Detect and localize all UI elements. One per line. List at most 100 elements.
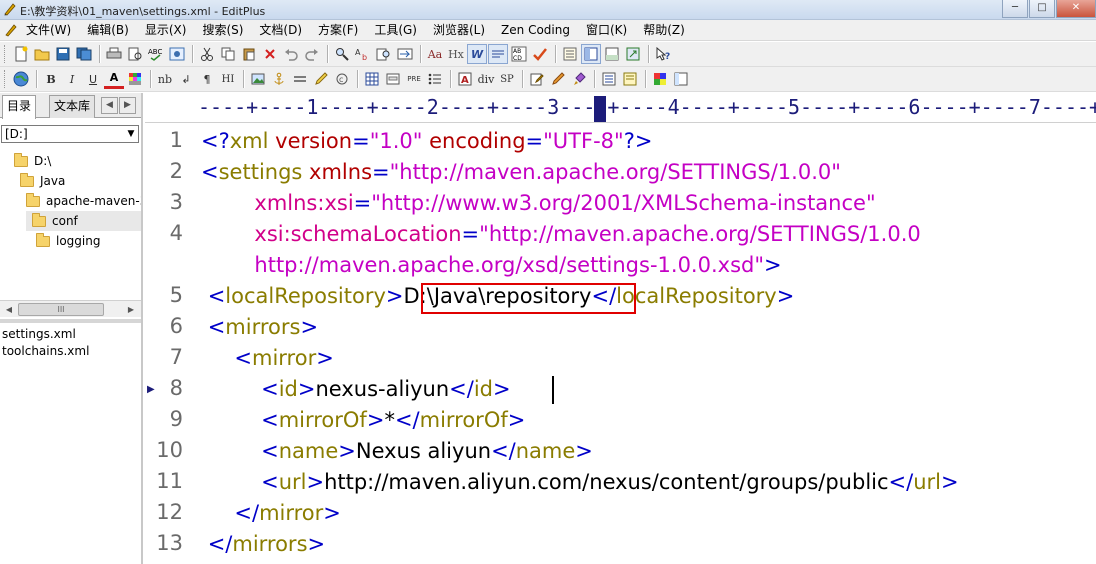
- code-line[interactable]: <settings xmlns="http://maven.apache.org…: [201, 157, 841, 188]
- list-icon[interactable]: [425, 69, 445, 89]
- window-list-icon[interactable]: [599, 69, 619, 89]
- code-line[interactable]: <?xml version="1.0" encoding="UTF-8"?>: [201, 126, 652, 157]
- menu-project[interactable]: 方案(F): [310, 20, 366, 40]
- menu-file[interactable]: 文件(W): [20, 20, 79, 40]
- code-line[interactable]: <mirrorOf>*</mirrorOf>: [201, 405, 525, 436]
- form-icon[interactable]: [383, 69, 403, 89]
- bold-button[interactable]: B: [41, 69, 61, 89]
- context-help-icon[interactable]: ?: [653, 44, 673, 64]
- menu-zen-coding[interactable]: Zen Coding: [493, 20, 578, 40]
- abcd-icon[interactable]: AB CD: [509, 44, 529, 64]
- horizontal-rule-icon[interactable]: [290, 69, 310, 89]
- code-line[interactable]: </mirrors>: [201, 529, 325, 560]
- undo-icon[interactable]: [281, 44, 301, 64]
- replace-icon[interactable]: Ab: [353, 44, 373, 64]
- delete-icon[interactable]: [260, 44, 280, 64]
- menu-edit[interactable]: 编辑(B): [79, 20, 137, 40]
- file-list-item[interactable]: toolchains.xml: [2, 343, 89, 360]
- find-in-files-icon[interactable]: [374, 44, 394, 64]
- sidebar-splitter[interactable]: [0, 319, 141, 323]
- tree-node[interactable]: logging: [36, 231, 100, 251]
- scroll-left-icon[interactable]: ◀: [2, 303, 16, 316]
- word-wrap-icon[interactable]: W: [467, 44, 487, 64]
- div-button[interactable]: div: [476, 69, 496, 89]
- code-line[interactable]: <url>http://maven.aliyun.com/nexus/conte…: [201, 467, 959, 498]
- font-hx-icon[interactable]: Hx: [446, 44, 466, 64]
- font-aa-icon[interactable]: Aa: [425, 44, 445, 64]
- chevron-down-icon[interactable]: ▼: [124, 126, 138, 142]
- new-file-icon[interactable]: [11, 44, 31, 64]
- goto-line-icon[interactable]: [395, 44, 415, 64]
- save-icon[interactable]: [53, 44, 73, 64]
- font-color-button[interactable]: A: [104, 69, 124, 89]
- tree-node[interactable]: Java: [20, 171, 65, 191]
- scrollbar-thumb[interactable]: III: [18, 303, 104, 316]
- document-list-icon[interactable]: [560, 44, 580, 64]
- scroll-right-icon[interactable]: ▶: [124, 303, 138, 316]
- tree-node[interactable]: apache-maven-3: [26, 191, 141, 211]
- find-icon[interactable]: [332, 44, 352, 64]
- menu-search[interactable]: 搜索(S): [194, 20, 251, 40]
- save-all-icon[interactable]: [74, 44, 94, 64]
- toolbar-grip[interactable]: [4, 45, 7, 63]
- redo-icon[interactable]: [302, 44, 322, 64]
- heading-button[interactable]: HI: [218, 69, 238, 89]
- tree-horizontal-scrollbar[interactable]: ◀ III ▶: [0, 300, 141, 317]
- clip-library-icon[interactable]: [620, 69, 640, 89]
- menu-browser[interactable]: 浏览器(L): [425, 20, 493, 40]
- paste-icon[interactable]: [239, 44, 259, 64]
- comment-icon[interactable]: c: [332, 69, 352, 89]
- browser-preview-icon[interactable]: [167, 44, 187, 64]
- paragraph-button[interactable]: ¶: [197, 69, 217, 89]
- print-preview-icon[interactable]: [125, 44, 145, 64]
- code-editor[interactable]: 1 2 3 4 5 6 7 8 9 10 11 12 13 ▶ <?xml version="1.0" …: [145, 124, 1096, 564]
- tree-node-selected[interactable]: conf: [26, 211, 141, 231]
- copy-icon[interactable]: [218, 44, 238, 64]
- maximize-button[interactable]: □: [1029, 0, 1055, 18]
- minimize-button[interactable]: ─: [1002, 0, 1028, 18]
- italic-button[interactable]: I: [62, 69, 82, 89]
- close-button[interactable]: ✕: [1056, 0, 1096, 18]
- ruler-toggle-icon[interactable]: [488, 44, 508, 64]
- code-line[interactable]: <name>Nexus aliyun</name>: [201, 436, 593, 467]
- directory-window-icon[interactable]: [581, 44, 601, 64]
- tab-scroll-left-icon[interactable]: ◀: [101, 97, 118, 114]
- tab-cliptext[interactable]: 文本库: [49, 95, 96, 118]
- pre-button[interactable]: PRE: [404, 69, 424, 89]
- tree-node[interactable]: D:\: [14, 151, 51, 171]
- menu-window[interactable]: 窗口(K): [578, 20, 635, 40]
- code-line[interactable]: <id>nexus-aliyun</id>: [201, 374, 511, 405]
- code-line[interactable]: </mirror>: [201, 498, 341, 529]
- font-tag-icon[interactable]: A: [455, 69, 475, 89]
- drive-select[interactable]: [D:] ▼: [1, 125, 139, 143]
- output-window-icon[interactable]: [602, 44, 622, 64]
- tab-scroll-right-icon[interactable]: ▶: [119, 97, 136, 114]
- spell-check-icon[interactable]: ABC: [146, 44, 166, 64]
- menu-tools[interactable]: 工具(G): [366, 20, 425, 40]
- menu-document[interactable]: 文档(D): [251, 20, 310, 40]
- brush-icon[interactable]: [569, 69, 589, 89]
- tools-icon[interactable]: [650, 69, 670, 89]
- code-line[interactable]: http://maven.apache.org/xsd/settings-1.0…: [201, 250, 781, 281]
- span-button[interactable]: SP: [497, 69, 517, 89]
- code-line[interactable]: xmlns:xsi="http://www.w3.org/2001/XMLSch…: [201, 188, 875, 219]
- menu-view[interactable]: 显示(X): [137, 20, 195, 40]
- file-list-item[interactable]: settings.xml: [2, 326, 89, 343]
- code-line[interactable]: <mirror>: [201, 343, 333, 374]
- underline-button[interactable]: U: [83, 69, 103, 89]
- checkmark-icon[interactable]: [530, 44, 550, 64]
- nbsp-button[interactable]: nb: [155, 69, 175, 89]
- line-break-button[interactable]: ↲: [176, 69, 196, 89]
- highlight-icon[interactable]: [311, 69, 331, 89]
- anchor-icon[interactable]: [269, 69, 289, 89]
- toolbar-grip[interactable]: [4, 70, 7, 88]
- edit-pen-icon[interactable]: [527, 69, 547, 89]
- color-picker-icon[interactable]: [125, 69, 145, 89]
- image-icon[interactable]: [248, 69, 268, 89]
- code-line[interactable]: <mirrors>: [201, 312, 318, 343]
- open-folder-icon[interactable]: [32, 44, 52, 64]
- print-icon[interactable]: [104, 44, 124, 64]
- table-icon[interactable]: [362, 69, 382, 89]
- split-window-icon[interactable]: [671, 69, 691, 89]
- cut-icon[interactable]: [197, 44, 217, 64]
